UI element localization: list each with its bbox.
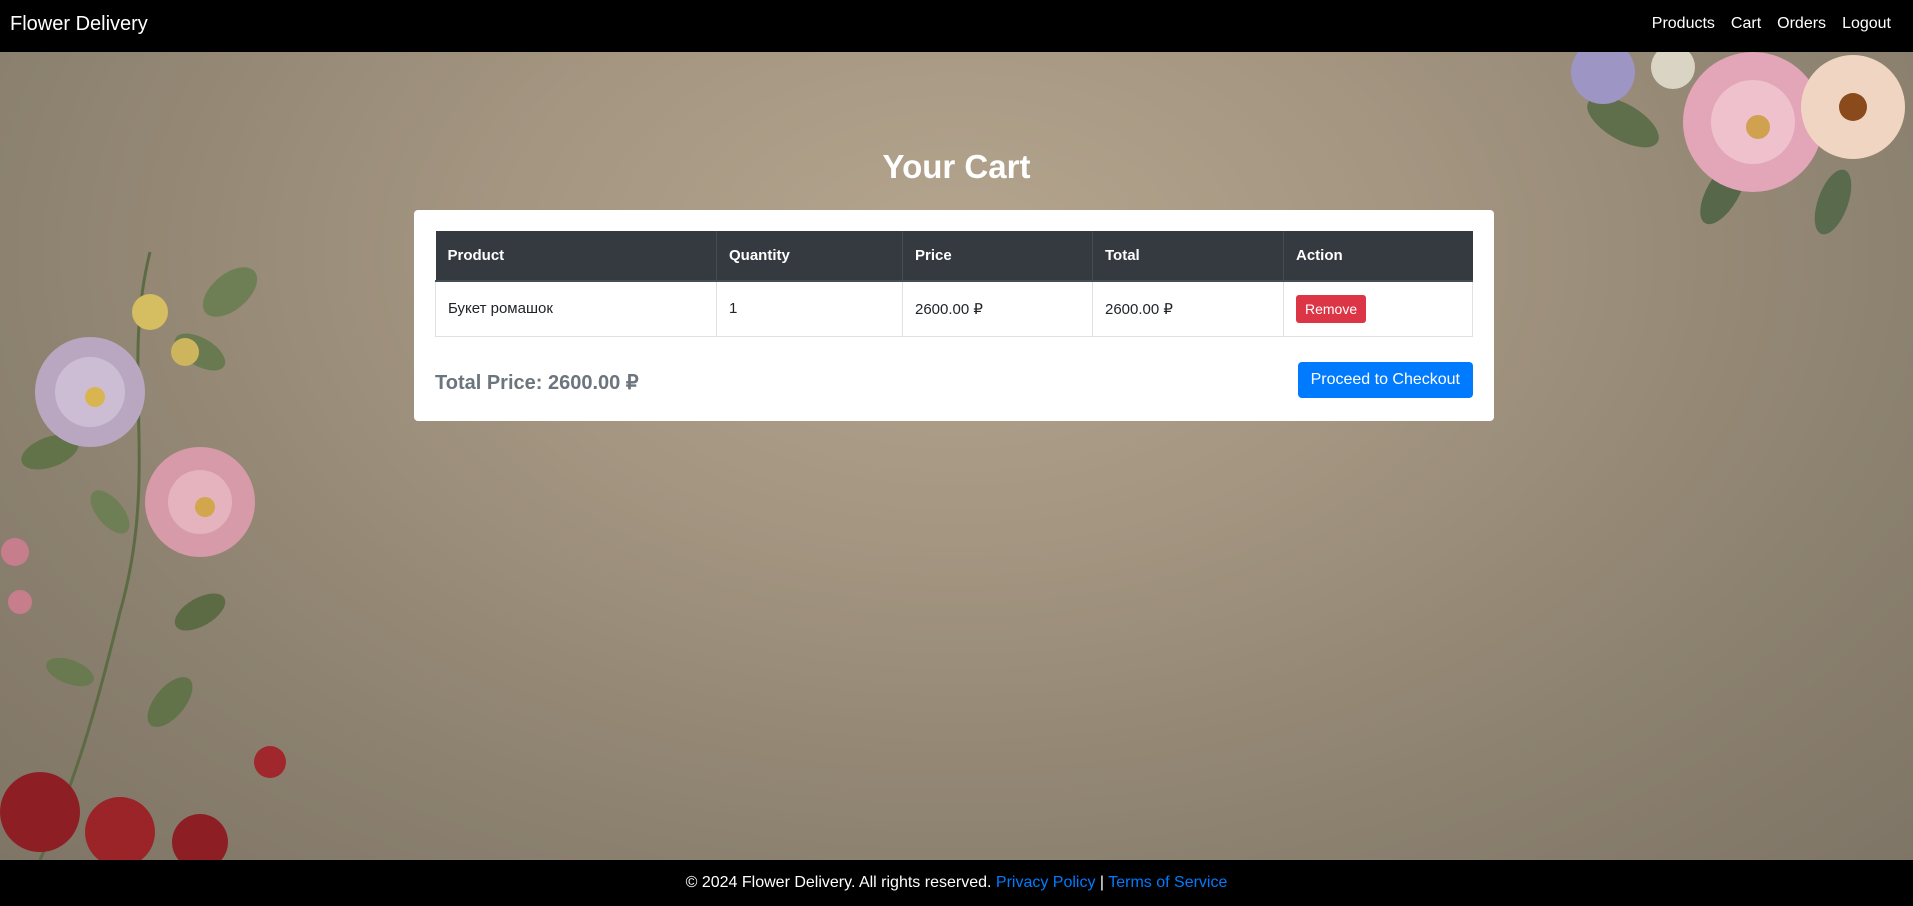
nav-products-link[interactable]: Products	[1652, 15, 1715, 33]
nav-logout-link[interactable]: Logout	[1842, 15, 1891, 33]
footer: © 2024 Flower Delivery. All rights reser…	[0, 860, 1913, 906]
column-header-price: Price	[902, 231, 1093, 282]
nav-links: Products Cart Orders Logout	[1652, 15, 1891, 33]
nav-cart-link[interactable]: Cart	[1731, 15, 1761, 33]
table-header-row: Product Quantity Price Total Action	[435, 231, 1473, 282]
footer-copyright: © 2024 Flower Delivery. All rights reser…	[685, 874, 992, 891]
privacy-policy-link[interactable]: Privacy Policy	[996, 874, 1096, 891]
page-title: Your Cart	[882, 148, 1031, 185]
footer-separator: |	[1099, 874, 1105, 891]
nav-orders-link[interactable]: Orders	[1777, 15, 1826, 33]
cell-quantity: 1	[716, 280, 903, 337]
navbar: Flower Delivery Products Cart Orders Log…	[0, 0, 1913, 52]
column-header-action: Action	[1283, 231, 1473, 282]
cell-product: Букет ромашок	[435, 280, 717, 337]
cell-total: 2600.00 ₽	[1092, 280, 1284, 337]
total-price: Total Price: 2600.00 ₽	[435, 372, 639, 394]
remove-button[interactable]: Remove	[1296, 294, 1367, 323]
cell-action: Remove	[1283, 280, 1473, 337]
brand-logo-text[interactable]: Flower Delivery	[10, 13, 148, 36]
cart-card: Product Quantity Price Total Action Буке…	[414, 210, 1494, 421]
column-header-quantity: Quantity	[716, 231, 903, 282]
column-header-total: Total	[1092, 231, 1284, 282]
column-header-product: Product	[435, 231, 717, 282]
table-row: Букет ромашок 1 2600.00 ₽ 2600.00 ₽ Remo…	[435, 280, 1473, 337]
terms-of-service-link[interactable]: Terms of Service	[1108, 874, 1227, 891]
cart-table: Product Quantity Price Total Action Буке…	[435, 231, 1473, 337]
cell-price: 2600.00 ₽	[902, 280, 1093, 337]
proceed-to-checkout-button[interactable]: Proceed to Checkout	[1297, 362, 1473, 398]
